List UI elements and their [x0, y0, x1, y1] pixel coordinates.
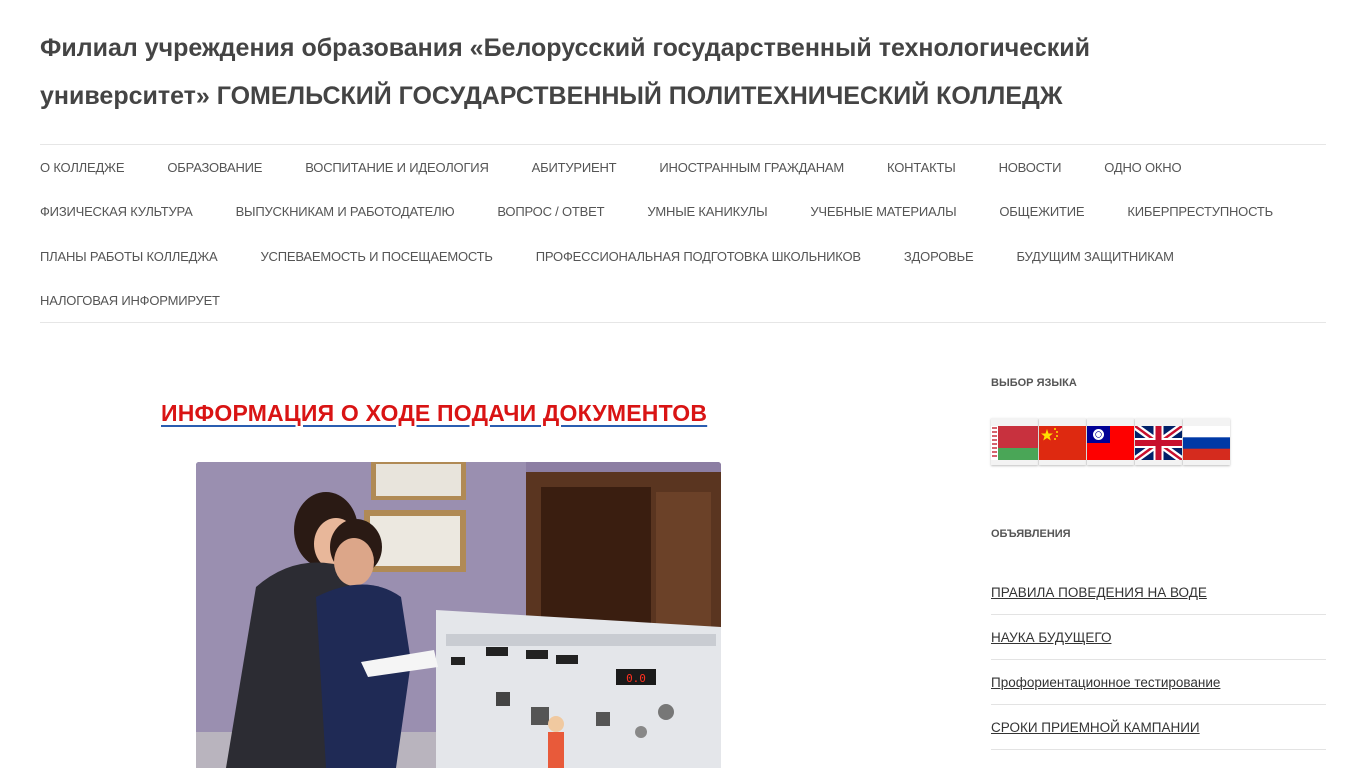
announcements-list: ПРАВИЛА ПОВЕДЕНИЯ НА ВОДЕ НАУКА БУДУЩЕГО… — [991, 570, 1326, 750]
nav-item-dormitory[interactable]: ОБЩЕЖИТИЕ — [999, 204, 1084, 219]
nav-item-one-window[interactable]: ОДНО ОКНО — [1104, 160, 1181, 175]
nav-item-cybercrime[interactable]: КИБЕРПРЕСТУПНОСТЬ — [1127, 204, 1273, 219]
nav-item-news[interactable]: НОВОСТИ — [999, 160, 1062, 175]
main-navigation: О КОЛЛЕДЖЕ ОБРАЗОВАНИЕ ВОСПИТАНИЕ И ИДЕО… — [40, 145, 1330, 323]
language-widget-title: ВЫБОР ЯЗЫКА — [991, 377, 1077, 389]
nav-bottom-divider — [40, 322, 1326, 323]
nav-item-materials[interactable]: УЧЕБНЫЕ МАТЕРИАЛЫ — [810, 204, 956, 219]
nav-row-2: ФИЗИЧЕСКАЯ КУЛЬТУРА ВЫПУСКНИКАМ И РАБОТО… — [40, 190, 1330, 235]
article-heading-link[interactable]: ИНФОРМАЦИЯ О ХОДЕ ПОДАЧИ ДОКУМЕНТОВ — [161, 400, 707, 427]
nav-item-performance[interactable]: УСПЕВАЕМОСТЬ И ПОСЕЩАЕМОСТЬ — [261, 249, 493, 264]
nav-row-4: НАЛОГОВАЯ ИНФОРМИРУЕТ — [40, 279, 1330, 324]
nav-item-upbringing[interactable]: ВОСПИТАНИЕ И ИДЕОЛОГИЯ — [305, 160, 489, 175]
belarus-flag-icon[interactable] — [991, 418, 1038, 465]
nav-row-3: ПЛАНЫ РАБОТЫ КОЛЛЕДЖА УСПЕВАЕМОСТЬ И ПОС… — [40, 234, 1330, 279]
nav-item-health[interactable]: ЗДОРОВЬЕ — [904, 249, 974, 264]
article-photo[interactable]: 0.0 — [196, 462, 721, 768]
taiwan-flag-icon[interactable] — [1087, 418, 1134, 465]
nav-item-defenders[interactable]: БУДУЩИМ ЗАЩИТНИКАМ — [1016, 249, 1173, 264]
announcement-link-admission-dates[interactable]: СРОКИ ПРИЕМНОЙ КАМПАНИИ — [991, 705, 1326, 750]
photo-illustration: 0.0 — [196, 462, 721, 768]
announcement-link-science-future[interactable]: НАУКА БУДУЩЕГО — [991, 615, 1326, 660]
language-switcher — [991, 418, 1231, 465]
nav-row-1: О КОЛЛЕДЖЕ ОБРАЗОВАНИЕ ВОСПИТАНИЕ И ИДЕО… — [40, 145, 1330, 190]
nav-item-graduates[interactable]: ВЫПУСКНИКАМ И РАБОТОДАТЕЛЮ — [236, 204, 455, 219]
nav-item-faq[interactable]: ВОПРОС / ОТВЕТ — [497, 204, 604, 219]
nav-item-work-plans[interactable]: ПЛАНЫ РАБОТЫ КОЛЛЕДЖА — [40, 249, 218, 264]
site-title-line1: Филиал учреждения образования «Белорусск… — [40, 34, 1091, 62]
nav-item-contacts[interactable]: КОНТАКТЫ — [887, 160, 956, 175]
china-flag-icon[interactable] — [1039, 418, 1086, 465]
nav-item-school-training[interactable]: ПРОФЕССИОНАЛЬНАЯ ПОДГОТОВКА ШКОЛЬНИКОВ — [536, 249, 861, 264]
site-title[interactable]: Филиал учреждения образования «Белорусск… — [40, 24, 1240, 120]
nav-item-sport[interactable]: ФИЗИЧЕСКАЯ КУЛЬТУРА — [40, 204, 193, 219]
nav-item-tax[interactable]: НАЛОГОВАЯ ИНФОРМИРУЕТ — [40, 293, 220, 308]
announcement-link-career-testing[interactable]: Профориентационное тестирование — [991, 660, 1326, 705]
uk-flag-icon[interactable] — [1135, 418, 1182, 465]
nav-item-smart-holidays[interactable]: УМНЫЕ КАНИКУЛЫ — [647, 204, 767, 219]
nav-item-education[interactable]: ОБРАЗОВАНИЕ — [167, 160, 262, 175]
site-title-line2: университет» ГОМЕЛЬСКИЙ ГОСУДАРСТВЕННЫЙ … — [40, 82, 1063, 110]
nav-item-foreigners[interactable]: ИНОСТРАННЫМ ГРАЖДАНАМ — [659, 160, 844, 175]
announcements-widget-title: ОБЪЯВЛЕНИЯ — [991, 528, 1071, 540]
announcement-link-water-safety[interactable]: ПРАВИЛА ПОВЕДЕНИЯ НА ВОДЕ — [991, 570, 1326, 615]
nav-item-applicant[interactable]: АБИТУРИЕНТ — [532, 160, 617, 175]
panel-display-readout: 0.0 — [626, 672, 646, 685]
russia-flag-icon[interactable] — [1183, 418, 1230, 465]
nav-item-about[interactable]: О КОЛЛЕДЖЕ — [40, 160, 125, 175]
